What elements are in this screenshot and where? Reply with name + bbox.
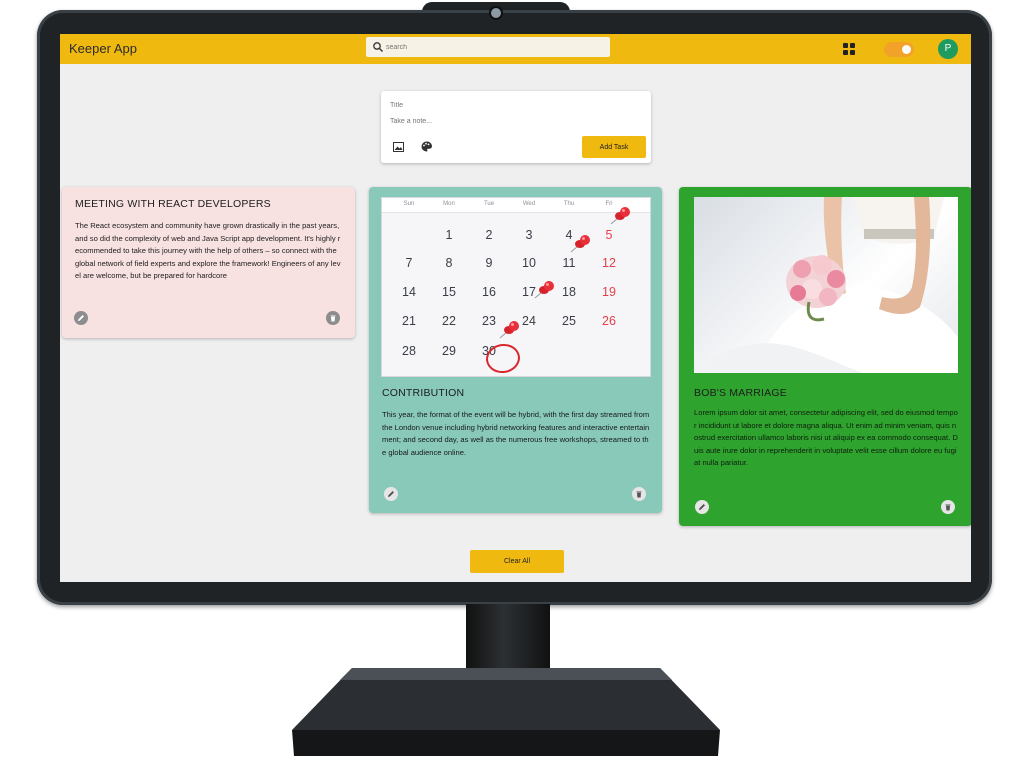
calendar-day: 19 xyxy=(602,285,616,299)
note-text: Lorem ipsum dolor sit amet, consectetur … xyxy=(694,408,958,467)
calendar-day: 26 xyxy=(602,314,616,328)
edit-icon xyxy=(78,315,84,321)
search-icon xyxy=(373,42,383,52)
calendar-day: 7 xyxy=(405,256,413,270)
wedding-photo-illustration xyxy=(694,197,958,373)
weekday-label: Thu xyxy=(563,201,575,207)
calendar-day: 28 xyxy=(402,344,416,358)
note-title-input[interactable] xyxy=(390,99,630,111)
note-composer: Add Task xyxy=(381,91,651,163)
edit-icon xyxy=(388,491,394,497)
calendar-day: 11 xyxy=(562,256,576,270)
monitor-stand-neck xyxy=(466,604,550,674)
app-header: Keeper App P xyxy=(60,34,971,64)
search-bar[interactable] xyxy=(366,37,610,57)
note-title: CONTRIBUTION xyxy=(382,387,465,399)
delete-icon xyxy=(636,491,642,498)
calendar-day: 8 xyxy=(445,256,453,270)
edit-note-button[interactable] xyxy=(695,500,709,514)
calendar-day: 14 xyxy=(402,285,416,299)
weekday-label: Mon xyxy=(443,201,455,207)
note-text: The React ecosystem and community have g… xyxy=(75,221,341,280)
note-title: MEETING WITH REACT DEVELOPERS xyxy=(75,198,271,210)
note-text: This year, the format of the event will … xyxy=(382,410,650,457)
calendar-day: 15 xyxy=(442,285,456,299)
weekday-label: Wed xyxy=(522,201,536,207)
calendar-day: 22 xyxy=(442,314,456,328)
push-pin-icon xyxy=(610,207,630,225)
calendar-day: 29 xyxy=(442,344,456,358)
calendar-day: 12 xyxy=(602,256,616,270)
calendar-day: 3 xyxy=(525,228,533,242)
clear-all-button[interactable]: Clear All xyxy=(470,550,564,573)
note-body-input[interactable] xyxy=(390,118,630,130)
app-screen: Keeper App P xyxy=(60,34,971,582)
note-card-contribution: Sun Mon Tue Wed Thu Fri 1 2 3 4 5 7 8 9 … xyxy=(369,187,662,513)
delete-icon xyxy=(945,504,951,511)
calendar-image: Sun Mon Tue Wed Thu Fri 1 2 3 4 5 7 8 9 … xyxy=(381,197,651,377)
edit-note-button[interactable] xyxy=(384,487,398,501)
push-pin-icon xyxy=(570,235,590,253)
wedding-bouquet-image xyxy=(694,197,958,373)
toggle-knob xyxy=(902,45,911,54)
calendar-day: 1 xyxy=(445,228,453,242)
note-title: BOB'S MARRIAGE xyxy=(694,387,787,399)
search-input[interactable] xyxy=(386,39,601,55)
calendar-day: 21 xyxy=(402,314,416,328)
monitor-stand-base xyxy=(292,668,720,756)
delete-note-button[interactable] xyxy=(326,311,340,325)
palette-icon[interactable] xyxy=(421,141,432,152)
calendar-day: 5 xyxy=(605,228,613,242)
app-title: Keeper App xyxy=(69,41,137,56)
delete-icon xyxy=(330,315,336,322)
add-task-button[interactable]: Add Task xyxy=(582,136,646,158)
calendar-day: 10 xyxy=(522,256,536,270)
theme-toggle[interactable] xyxy=(884,42,914,57)
edit-icon xyxy=(699,504,705,510)
apps-grid-icon[interactable] xyxy=(843,43,855,55)
calendar-day: 16 xyxy=(482,285,496,299)
note-card-meeting: MEETING WITH REACT DEVELOPERS The React … xyxy=(62,187,355,338)
calendar-day: 2 xyxy=(485,228,493,242)
edit-note-button[interactable] xyxy=(74,311,88,325)
calendar-day: 25 xyxy=(562,314,576,328)
webcam-icon xyxy=(491,8,501,18)
delete-note-button[interactable] xyxy=(632,487,646,501)
weekday-label: Sun xyxy=(403,201,415,207)
push-pin-icon xyxy=(534,281,554,299)
image-icon[interactable] xyxy=(393,142,404,152)
weekday-label: Tue xyxy=(483,201,495,207)
avatar[interactable]: P xyxy=(938,39,958,59)
delete-note-button[interactable] xyxy=(941,500,955,514)
calendar-day: 9 xyxy=(485,256,493,270)
note-card-marriage: BOB'S MARRIAGE Lorem ipsum dolor sit ame… xyxy=(679,187,971,526)
push-pin-icon xyxy=(499,321,519,339)
